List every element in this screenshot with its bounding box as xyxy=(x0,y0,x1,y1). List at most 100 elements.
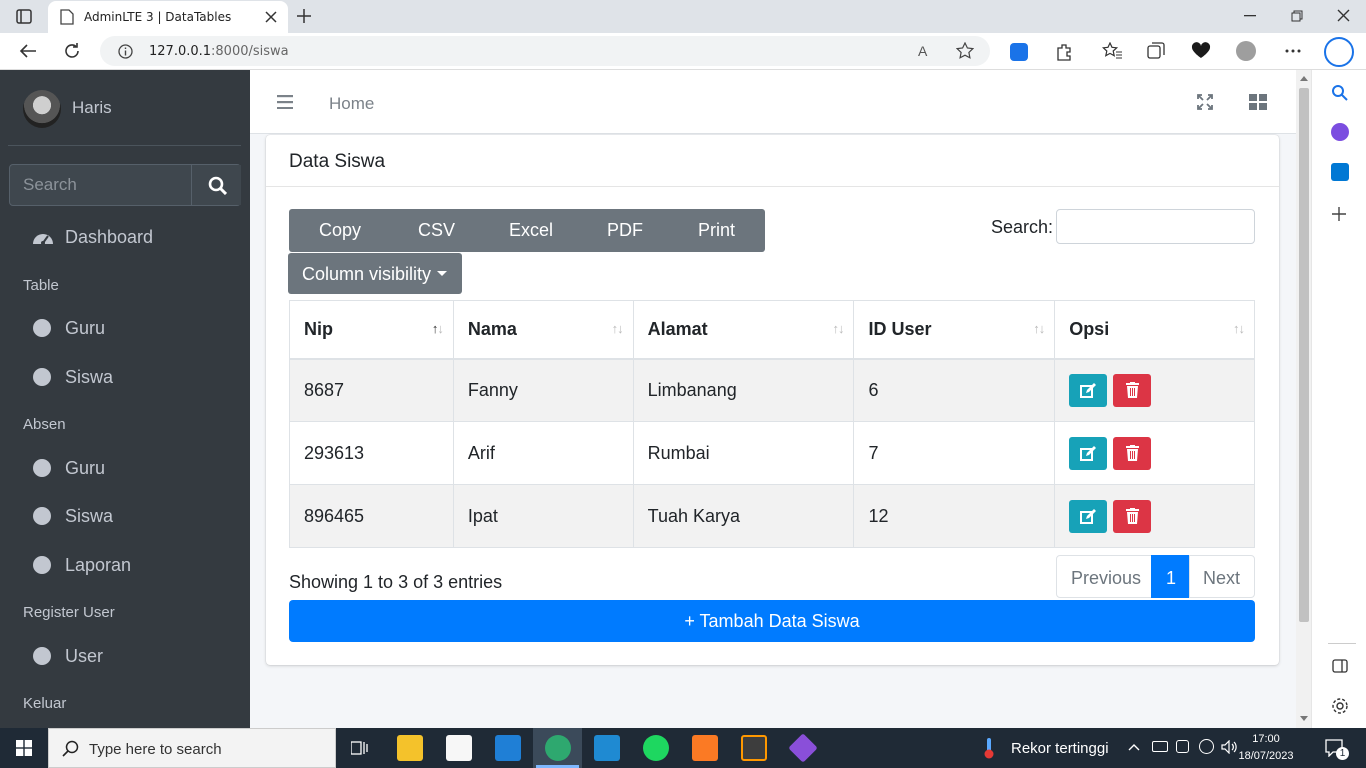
profile-avatar[interactable] xyxy=(1236,41,1256,61)
edge-browser-icon[interactable] xyxy=(545,735,571,761)
microsoft-store-icon[interactable] xyxy=(446,735,472,761)
settings-gear-icon[interactable] xyxy=(1331,697,1349,715)
add-siswa-label: + Tambah Data Siswa xyxy=(684,611,860,631)
sidebar-item-absen-siswa[interactable]: Siswa xyxy=(9,496,241,536)
collections-icon[interactable] xyxy=(1147,42,1165,60)
task-view-icon[interactable] xyxy=(351,740,369,756)
translate-icon[interactable] xyxy=(1010,43,1028,61)
column-header-id-user[interactable]: ID User ↑↓ xyxy=(853,300,1056,360)
sidebar-item-register-user[interactable]: User xyxy=(9,636,241,676)
print-button[interactable]: Print xyxy=(698,220,735,241)
git-gui-icon[interactable] xyxy=(788,733,818,763)
hamburger-menu-icon[interactable] xyxy=(277,95,293,109)
trash-icon xyxy=(1126,507,1140,524)
extensions-icon[interactable] xyxy=(1055,43,1073,61)
mail-icon[interactable] xyxy=(495,735,521,761)
notification-count: 1 xyxy=(1336,747,1349,760)
pagination-page-1[interactable]: 1 xyxy=(1151,555,1190,598)
sidebar-toggle-icon[interactable] xyxy=(16,9,32,24)
browser-tab[interactable]: AdminLTE 3 | DataTables xyxy=(48,1,288,33)
trash-icon xyxy=(1126,381,1140,398)
close-tab-icon[interactable] xyxy=(265,11,277,23)
outlook-icon[interactable] xyxy=(1331,163,1349,181)
sidebar-item-keluar[interactable]: Keluar xyxy=(23,695,66,712)
search-label: Search: xyxy=(991,217,1054,237)
column-visibility-button[interactable]: Column visibility xyxy=(288,253,462,294)
edit-button[interactable] xyxy=(1069,373,1108,407)
pagination-next[interactable]: Next xyxy=(1189,555,1255,598)
office-icon[interactable] xyxy=(1331,123,1349,141)
sublime-text-icon[interactable] xyxy=(741,735,767,761)
circle-icon xyxy=(33,459,51,477)
column-header-opsi[interactable]: Opsi ↑↓ xyxy=(1054,300,1255,360)
sidebar-search-input[interactable] xyxy=(10,165,191,205)
excel-button[interactable]: Excel xyxy=(509,220,553,241)
csv-button[interactable]: CSV xyxy=(418,220,455,241)
favorite-star-icon[interactable] xyxy=(956,42,974,60)
column-header-nama[interactable]: Nama ↑↓ xyxy=(452,300,634,360)
windows-start-icon[interactable] xyxy=(16,740,32,756)
edit-icon xyxy=(1080,445,1097,461)
restore-icon[interactable] xyxy=(1291,10,1303,22)
more-menu-icon[interactable] xyxy=(1285,49,1301,53)
file-explorer-icon[interactable] xyxy=(397,735,423,761)
spotify-icon[interactable] xyxy=(643,735,669,761)
split-screen-icon[interactable] xyxy=(1332,659,1348,673)
pdf-button[interactable]: PDF xyxy=(607,220,643,241)
show-hidden-icons-icon[interactable] xyxy=(1128,743,1140,751)
clock[interactable]: 17:00 18/07/2023 xyxy=(1236,731,1296,765)
info-icon[interactable] xyxy=(118,44,133,59)
delete-button[interactable] xyxy=(1113,499,1152,533)
network-globe-icon[interactable] xyxy=(1199,739,1214,754)
volume-icon[interactable] xyxy=(1221,740,1237,754)
pagination-previous[interactable]: Previous xyxy=(1056,555,1152,598)
cell-alamat: Tuah Karya xyxy=(632,484,855,548)
sidebar-search-button[interactable] xyxy=(191,165,241,205)
sidebar-item-table-guru[interactable]: Guru xyxy=(9,308,241,348)
weather-text[interactable]: Rekor tertinggi xyxy=(1011,740,1109,757)
column-header-alamat[interactable]: Alamat ↑↓ xyxy=(632,300,855,360)
scrollbar-thumb[interactable] xyxy=(1299,88,1309,622)
copy-button[interactable]: Copy xyxy=(319,220,361,241)
battery-icon[interactable] xyxy=(1152,741,1168,752)
edit-button[interactable] xyxy=(1069,436,1108,470)
table-search-input[interactable] xyxy=(1056,209,1255,244)
meet-icon[interactable] xyxy=(1176,740,1189,753)
read-aloud-icon[interactable]: A xyxy=(918,43,927,59)
circle-icon xyxy=(33,507,51,525)
page-scrollbar[interactable] xyxy=(1296,70,1311,728)
delete-button[interactable] xyxy=(1113,373,1152,407)
url-text: 127.0.0.1:8000/siswa xyxy=(149,44,289,59)
favorites-icon[interactable] xyxy=(1102,42,1122,60)
back-icon[interactable] xyxy=(19,43,37,59)
vscode-icon[interactable] xyxy=(594,735,620,761)
address-bar[interactable]: 127.0.0.1:8000/siswa A xyxy=(100,36,990,66)
delete-button[interactable] xyxy=(1113,436,1152,470)
new-tab-icon[interactable] xyxy=(296,8,312,24)
control-sidebar-icon[interactable] xyxy=(1249,94,1267,110)
cell-nip: 896465 xyxy=(289,484,454,548)
taskbar-search[interactable]: Type here to search xyxy=(48,728,336,768)
xampp-icon[interactable] xyxy=(692,735,718,761)
add-sidebar-icon[interactable] xyxy=(1332,207,1346,221)
sidebar-item-table-siswa[interactable]: Siswa xyxy=(9,357,241,397)
user-name[interactable]: Haris xyxy=(72,98,112,118)
column-header-nip[interactable]: Nip ↑↓ xyxy=(289,300,454,360)
scroll-up-icon[interactable] xyxy=(1300,76,1308,81)
add-siswa-button[interactable]: + Tambah Data Siswa xyxy=(289,600,1255,642)
bing-icon[interactable] xyxy=(1324,37,1354,67)
refresh-icon[interactable] xyxy=(63,42,81,60)
search-sidebar-icon[interactable] xyxy=(1331,84,1349,102)
minimize-icon[interactable] xyxy=(1244,15,1256,17)
sidebar-item-absen-laporan[interactable]: Laporan xyxy=(9,545,241,585)
fullscreen-icon[interactable] xyxy=(1197,94,1213,110)
sidebar-item-absen-guru[interactable]: Guru xyxy=(9,448,241,488)
scroll-down-icon[interactable] xyxy=(1300,716,1308,721)
edit-button[interactable] xyxy=(1069,499,1108,533)
close-window-icon[interactable] xyxy=(1337,9,1350,22)
panel-divider xyxy=(1328,643,1356,644)
home-link[interactable]: Home xyxy=(329,94,374,114)
performance-icon[interactable] xyxy=(1191,42,1211,60)
page-icon xyxy=(60,9,74,25)
sidebar-item-dashboard[interactable]: Dashboard xyxy=(9,217,241,257)
